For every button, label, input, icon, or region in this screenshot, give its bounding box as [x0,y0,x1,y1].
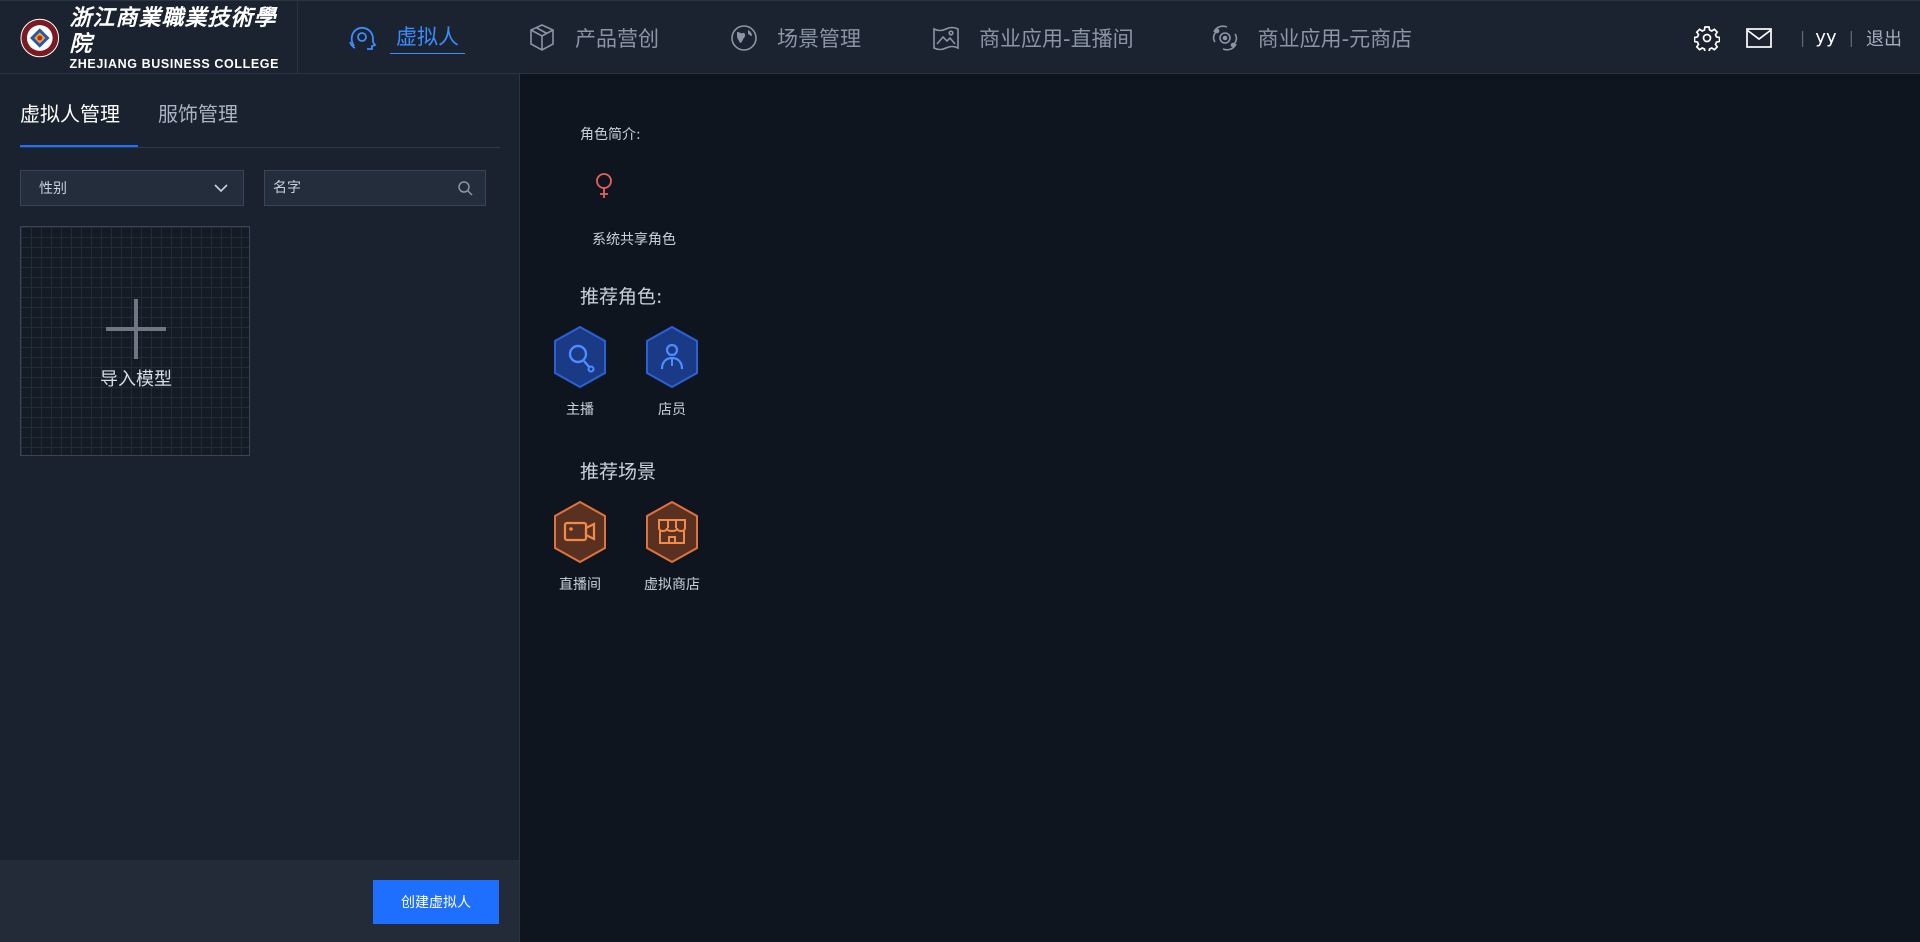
recommended-scenes-title: 推荐场景 [580,461,657,483]
globe-icon [727,21,761,55]
header-separator: | [1848,28,1854,47]
role-anchor[interactable]: 主播 [545,325,615,419]
logout-link[interactable]: 退出 [1866,25,1902,51]
video-camera-icon [554,500,606,564]
storefront-icon [646,500,698,564]
role-intro-label: 角色简介: [580,127,641,143]
scene-live-room[interactable]: 直播间 [545,500,615,594]
name-search-input[interactable] [273,180,433,196]
nav-label: 场景管理 [777,26,861,51]
anchor-icon [554,325,606,389]
brand-name-cn: 浙江商業職業技術學院 [69,4,277,57]
female-symbol-icon [596,173,612,198]
clerk-icon [646,325,698,389]
nav-item-virtual-human[interactable]: 虚拟人 [346,1,465,74]
chevron-down-icon [214,184,228,193]
gender-select[interactable]: 性别 [20,170,244,206]
search-icon[interactable] [457,180,473,196]
role-label: 主播 [566,402,594,418]
nav-item-scene[interactable]: 场景管理 [727,1,861,74]
name-search [264,170,486,206]
main-panel: 角色简介: 系统共享角色 推荐角色: 主播 店员 推荐场景 直播间 虚拟商店 [521,74,1920,942]
tab-costume-management[interactable]: 服饰管理 [158,94,238,147]
mail-icon[interactable] [1744,23,1774,53]
import-model-card[interactable]: 导入模型 [20,226,250,456]
virtual-human-icon [346,21,380,55]
sidebar-tabs: 虚拟人管理 服饰管理 [20,94,500,148]
sidebar-footer: 创建虚拟人 [0,860,519,942]
nav-item-meta-store[interactable]: 商业应用-元商店 [1208,1,1413,74]
nav-label: 虚拟人 [390,21,465,54]
college-logo-icon [20,18,60,57]
scene-virtual-store[interactable]: 虚拟商店 [637,500,707,594]
sidebar: 虚拟人管理 服饰管理 性别 导入模型 创建虚拟人 [0,74,520,942]
scene-label: 虚拟商店 [644,577,700,593]
top-bar: 浙江商業職業技術學院 ZHEJIANG BUSINESS COLLEGE 虚拟人 [0,0,1920,74]
username[interactable]: yy [1815,27,1836,48]
create-virtual-human-button[interactable]: 创建虚拟人 [373,880,499,924]
nav-item-product[interactable]: 产品营创 [525,1,659,74]
plus-icon-bar [106,327,166,331]
recommended-roles-title: 推荐角色: [580,286,663,308]
brand-name-en: ZHEJIANG BUSINESS COLLEGE [69,56,280,71]
main-nav: 虚拟人 产品营创 场景管理 商业应用-直播间 商业应用-元商店 [346,1,1412,74]
nav-label: 商业应用-直播间 [979,26,1134,51]
role-intro-text: 系统共享角色 [592,232,676,248]
brand[interactable]: 浙江商業職業技術學院 ZHEJIANG BUSINESS COLLEGE [0,1,298,74]
nav-label: 产品营创 [575,26,659,51]
nav-label: 商业应用-元商店 [1257,26,1413,51]
live-room-icon [929,21,963,55]
role-clerk[interactable]: 店员 [637,325,707,419]
header-separator: | [1799,28,1806,47]
role-label: 店员 [658,402,686,418]
gear-icon[interactable] [1692,23,1722,53]
gender-select-value: 性别 [39,181,67,197]
import-model-label: 导入模型 [100,369,172,390]
scene-label: 直播间 [559,577,601,593]
product-box-icon [525,21,559,55]
meta-store-icon [1208,21,1242,55]
nav-item-live-room[interactable]: 商业应用-直播间 [929,1,1134,74]
header-actions: | yy | 退出 [1672,1,1902,74]
tab-virtual-human-management[interactable]: 虚拟人管理 [20,94,138,147]
